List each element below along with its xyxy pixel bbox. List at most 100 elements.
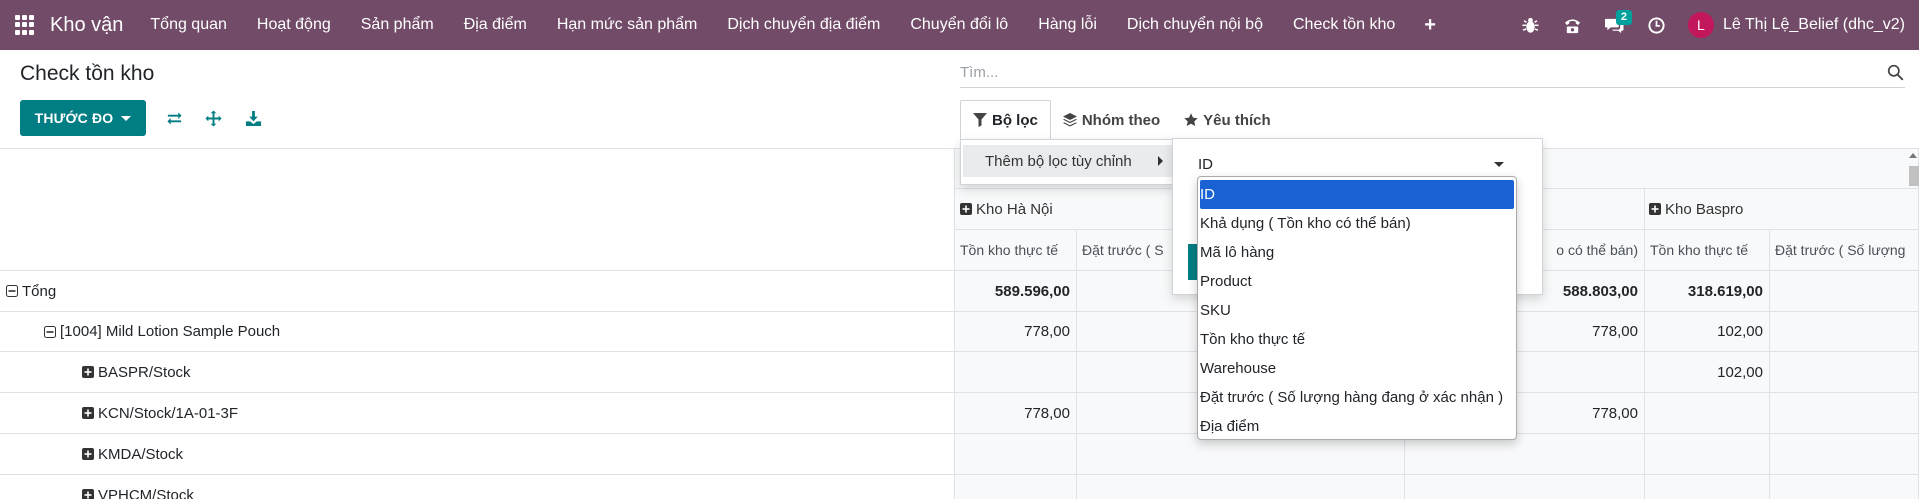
scroll-up-arrow-icon[interactable] — [1909, 153, 1917, 158]
group-by-tab-label: Nhóm theo — [1081, 111, 1161, 129]
row-header-label: VPHCM/Stock — [98, 486, 194, 499]
layers-icon — [1062, 113, 1077, 127]
favorites-tab-label: Yêu thích — [1203, 111, 1271, 129]
pivot-cell[interactable] — [1645, 475, 1770, 499]
app-brand[interactable]: Kho vận — [50, 14, 123, 37]
pivot-cell[interactable] — [1645, 434, 1770, 475]
field-option-available[interactable]: Khả dụng ( Tồn kho có thể bán) — [1198, 209, 1516, 238]
menu-item-operations[interactable]: Hoạt động — [242, 0, 346, 50]
favorites-tab[interactable]: Yêu thích — [1172, 100, 1283, 140]
pivot-cell[interactable]: 778,00 — [955, 312, 1077, 352]
field-option-id[interactable]: ID — [1200, 180, 1514, 209]
pivot-cell[interactable]: 318.619,00 — [1645, 271, 1770, 312]
menu-item-product-limits[interactable]: Hạn mức sản phẩm — [542, 0, 713, 50]
pivot-cell[interactable] — [955, 434, 1077, 475]
measures-label: THƯỚC ĐO — [34, 110, 114, 126]
field-option-sku[interactable]: SKU — [1198, 296, 1516, 325]
plus-square-icon — [82, 489, 94, 499]
filter-tab-label: Bộ lọc — [992, 111, 1038, 129]
menu-item-stock-check[interactable]: Check tồn kho — [1278, 0, 1410, 50]
row-header-label: [1004] Mild Lotion Sample Pouch — [60, 323, 281, 340]
pivot-cell[interactable]: 102,00 — [1645, 312, 1770, 352]
avatar: L — [1687, 12, 1714, 38]
measures-button[interactable]: THƯỚC ĐO — [20, 100, 146, 136]
star-icon — [1184, 113, 1198, 126]
pivot-cell[interactable] — [1770, 393, 1919, 434]
navbar-systray: 2 L Lê Thị Lệ_Belief (dhc_v2) — [1510, 0, 1919, 50]
pivot-cell[interactable]: 778,00 — [955, 393, 1077, 434]
pivot-cell[interactable] — [1770, 475, 1919, 499]
search-bar — [960, 58, 1905, 88]
pivot-cell[interactable] — [1770, 352, 1919, 393]
menu-item-location-moves[interactable]: Dịch chuyển địa điểm — [712, 0, 895, 50]
measure-header[interactable]: Đặt trước ( Số lượng — [1770, 230, 1919, 271]
caret-right-icon — [1158, 156, 1163, 166]
field-option-reserved[interactable]: Đặt trước ( Số lượng hàng đang ở xác nhậ… — [1198, 383, 1516, 412]
row-header-location[interactable]: KCN/Stock/1A-01-3F — [0, 393, 955, 434]
filter-icon — [973, 113, 987, 127]
minus-square-icon — [6, 285, 18, 297]
field-option-warehouse[interactable]: Warehouse — [1198, 354, 1516, 383]
menu-plus-button[interactable]: + — [1410, 0, 1450, 50]
pivot-cell[interactable]: 102,00 — [1645, 352, 1770, 393]
menu-item-locations[interactable]: Địa điểm — [449, 0, 542, 50]
col-group-label: Kho Hà Nội — [976, 200, 1053, 218]
row-header-location[interactable]: KMDA/Stock — [0, 434, 955, 475]
row-header-total[interactable]: Tổng — [0, 271, 955, 312]
menu-item-internal-moves[interactable]: Dịch chuyển nội bộ — [1112, 0, 1278, 50]
search-panel-tabs: Bộ lọc Nhóm theo Yêu thích — [960, 100, 1283, 140]
user-menu[interactable]: L Lê Thị Lệ_Belief (dhc_v2) — [1678, 0, 1919, 50]
add-custom-filter-item[interactable]: Thêm bộ lọc tùy chỉnh — [963, 145, 1172, 177]
pivot-cell[interactable] — [955, 352, 1077, 393]
row-header-product[interactable]: [1004] Mild Lotion Sample Pouch — [0, 312, 955, 352]
menu-item-overview[interactable]: Tổng quan — [135, 0, 242, 50]
search-icon[interactable] — [1885, 63, 1905, 83]
group-by-tab[interactable]: Nhóm theo — [1051, 100, 1172, 140]
menu-item-lot-conversion[interactable]: Chuyển đổi lô — [895, 0, 1023, 50]
field-option-on-hand[interactable]: Tồn kho thực tế — [1198, 325, 1516, 354]
menu-item-products[interactable]: Sản phẩm — [346, 0, 449, 50]
row-header-location[interactable]: BASPR/Stock — [0, 352, 955, 393]
pivot-table: Kho Hà Nội Kho Baspro Tồn kho thực tế Đặ… — [0, 149, 1919, 499]
field-option-location[interactable]: Địa điểm — [1198, 412, 1516, 441]
plus-square-icon — [82, 448, 94, 460]
pivot-cell[interactable] — [955, 475, 1077, 499]
plus-square-icon — [960, 203, 972, 215]
plus-square-icon — [82, 407, 94, 419]
filter-tab[interactable]: Bộ lọc — [960, 100, 1051, 140]
vertical-scrollbar[interactable] — [1909, 166, 1919, 186]
search-input[interactable] — [960, 64, 1885, 81]
chat-icon[interactable]: 2 — [1594, 0, 1636, 50]
custom-filter-field-select[interactable]: ID — [1198, 149, 1516, 179]
expand-all-icon[interactable] — [203, 108, 223, 128]
field-option-product[interactable]: Product — [1198, 267, 1516, 296]
measure-header[interactable]: Tồn kho thực tế — [1645, 230, 1770, 271]
menu-item-defective-goods[interactable]: Hàng lỗi — [1023, 0, 1112, 50]
clock-icon[interactable] — [1636, 0, 1678, 50]
pivot-cell[interactable] — [1770, 312, 1919, 352]
apps-grid-icon[interactable] — [15, 15, 35, 35]
pivot-cell[interactable] — [1770, 434, 1919, 475]
col-group-label: Kho Baspro — [1665, 200, 1744, 218]
pivot-cell[interactable] — [1405, 475, 1645, 499]
bug-icon[interactable] — [1510, 0, 1552, 50]
download-icon[interactable] — [243, 108, 263, 128]
field-option-lot-code[interactable]: Mã lô hàng — [1198, 238, 1516, 267]
phone-icon[interactable] — [1552, 0, 1594, 50]
caret-down-icon — [1494, 161, 1504, 167]
col-group-header-kho-baspro[interactable]: Kho Baspro — [1645, 189, 1919, 230]
row-header-location[interactable]: VPHCM/Stock — [0, 475, 955, 499]
pivot-corner-cell — [0, 149, 955, 271]
row-header-label: KMDA/Stock — [98, 445, 184, 463]
flip-axis-icon[interactable] — [164, 108, 184, 128]
main-menu: Tổng quan Hoạt động Sản phẩm Địa điểm Hạ… — [135, 0, 1450, 50]
row-header-label: Tổng — [22, 282, 57, 300]
pivot-cell[interactable]: 589.596,00 — [955, 271, 1077, 312]
row-header-label: BASPR/Stock — [98, 363, 191, 381]
measure-header[interactable]: Tồn kho thực tế — [955, 230, 1077, 271]
pivot-cell[interactable] — [1077, 475, 1405, 499]
top-navbar: Kho vận Tổng quan Hoạt động Sản phẩm Địa… — [0, 0, 1919, 50]
pivot-cell[interactable] — [1770, 271, 1919, 312]
caret-down-icon — [121, 115, 132, 121]
pivot-cell[interactable] — [1645, 393, 1770, 434]
